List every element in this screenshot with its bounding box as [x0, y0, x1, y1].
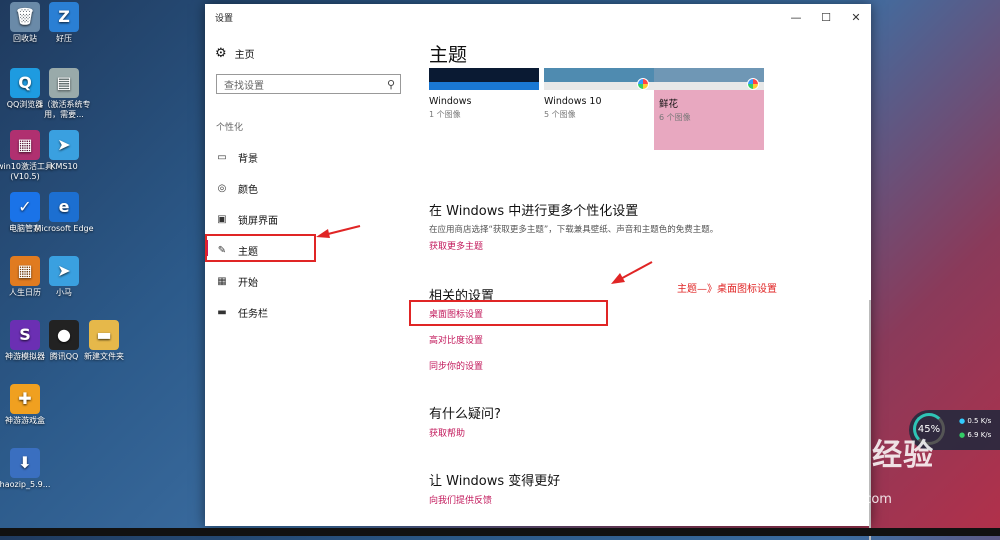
theme-image-count: 1 个图像 — [429, 110, 461, 119]
upload-speed: 0.5 — [967, 417, 979, 425]
more-heading: 在 Windows 中进行更多个性化设置 — [429, 204, 639, 219]
sidebar-item-label: 颜色 — [238, 184, 258, 196]
annotation-box-theme — [205, 234, 316, 262]
sidebar-item-label: 背景 — [238, 153, 258, 165]
theme-color-icon — [637, 78, 649, 90]
improve-heading: 让 Windows 变得更好 — [429, 474, 561, 489]
download-unit: K/s — [980, 431, 992, 439]
theme-name: Windows 10 — [544, 96, 602, 107]
settings-sidebar: ⚙ 主页 查找设置 ⚲ 个性化 ▭ 背景 ◎ 颜色 ▣ 锁屏界面 ✎ 主题 ▦ 开始 ▬ 任务栏 — [205, 30, 413, 526]
sidebar-item-label: 开始 — [238, 277, 258, 289]
desktop-icon[interactable]: Z 好压 — [32, 2, 96, 44]
get-more-themes-link[interactable]: 获取更多主题 — [429, 239, 483, 252]
annotation-text: 主题—》桌面图标设置 — [677, 284, 777, 295]
xiaoma-icon: ➤ — [49, 256, 79, 286]
desktop-icon-label: 小马 — [56, 288, 72, 297]
theme-thumbnail — [544, 68, 654, 90]
question-heading: 有什么疑问? — [429, 407, 501, 422]
baidu-watermark-url: jingyan.baidu.com — [772, 492, 892, 507]
haozip-icon: Z — [49, 2, 79, 32]
theme-name: Windows — [429, 96, 472, 107]
search-placeholder: 查找设置 — [224, 80, 264, 92]
desktop-icon-label: KMS10 — [50, 162, 78, 171]
download-speed: 6.9 — [967, 431, 979, 439]
desktop-icon-label: Microsoft Edge — [34, 224, 94, 233]
maximize-button[interactable]: ☐ — [811, 4, 841, 30]
desktop-icon-label: 1（激活系统专用，需要... — [37, 100, 91, 119]
edge-icon: e — [49, 192, 79, 222]
page-title: 主题 — [429, 44, 468, 66]
window-title: 设置 — [215, 13, 234, 24]
theme-thumbnail — [429, 68, 539, 90]
high-contrast-settings-link[interactable]: 高对比度设置 — [429, 333, 483, 346]
desktop-icon[interactable]: ▬ 新建文件夹 — [72, 320, 136, 362]
taskbar[interactable] — [0, 528, 1000, 536]
desktop-icon[interactable]: ➤ 小马 — [32, 256, 96, 298]
annotation-box-desktop-icons — [409, 300, 608, 326]
sidebar-item-color[interactable]: ◎ 颜色 — [215, 179, 258, 197]
lock-screen-icon: ▣ — [217, 213, 227, 225]
desktop-icon-label: 神游游戏盒 — [5, 416, 45, 425]
file-icon: ▤ — [49, 68, 79, 98]
sidebar-item-label: 任务栏 — [238, 308, 268, 320]
minimize-button[interactable]: — — [781, 4, 811, 30]
theme-card[interactable]: 鲜花 6 个图像 — [654, 68, 764, 150]
desktop-icon-label: 新建文件夹 — [84, 352, 124, 361]
sidebar-item-start[interactable]: ▦ 开始 — [215, 272, 258, 290]
title-bar[interactable]: 设置 — ☐ ✕ — [205, 4, 871, 30]
desktop-icon[interactable]: ➤ KMS10 — [32, 130, 96, 172]
theme-color-icon — [747, 78, 759, 90]
background-icon: ▭ — [217, 151, 227, 163]
desktop-icon-label: haozip_5.9... — [0, 480, 51, 489]
sidebar-item-lock-screen[interactable]: ▣ 锁屏界面 — [215, 210, 278, 228]
theme-card[interactable]: Windows 10 5 个图像 — [544, 68, 654, 120]
theme-name: 鲜花 — [659, 99, 679, 110]
theme-image-count: 5 个图像 — [544, 110, 576, 119]
nav-home[interactable]: ⚙ 主页 — [215, 46, 255, 61]
desktop-icon[interactable]: e Microsoft Edge — [32, 192, 96, 234]
taskbar-icon: ▬ — [217, 306, 227, 318]
theme-card[interactable]: Windows 1 个图像 — [429, 68, 539, 120]
baidu-watermark: Bai du 经验 — [748, 438, 935, 473]
get-help-link[interactable]: 获取帮助 — [429, 426, 465, 439]
sidebar-item-label: 锁屏界面 — [238, 215, 278, 227]
desktop-icon[interactable]: ⬇ haozip_5.9... — [0, 448, 57, 490]
upload-unit: K/s — [980, 417, 992, 425]
desktop-icon-label: 好压 — [56, 34, 72, 43]
search-input[interactable]: 查找设置 ⚲ — [216, 74, 401, 94]
desktop-icon[interactable]: ▤ 1（激活系统专用，需要... — [32, 68, 96, 120]
feedback-link[interactable]: 向我们提供反馈 — [429, 493, 492, 506]
theme-thumbnail — [654, 68, 764, 90]
start-icon: ▦ — [217, 275, 227, 287]
desktop-icon[interactable]: ✚ 神游游戏盒 — [0, 384, 57, 426]
kms-icon: ➤ — [49, 130, 79, 160]
search-icon[interactable]: ⚲ — [387, 78, 395, 91]
theme-image-count: 6 个图像 — [659, 113, 691, 122]
sidebar-item-taskbar[interactable]: ▬ 任务栏 — [215, 303, 268, 321]
color-icon: ◎ — [217, 182, 227, 194]
sync-settings-link[interactable]: 同步你的设置 — [429, 359, 483, 372]
folder-icon: ▬ — [89, 320, 119, 350]
haozip-installer-icon: ⬇ — [10, 448, 40, 478]
more-description: 在应用商店选择“获取更多主题”，下载兼具壁纸、声音和主题色的免费主题。 — [429, 225, 719, 235]
section-personalization: 个性化 — [216, 123, 244, 133]
sidebar-item-background[interactable]: ▭ 背景 — [215, 148, 258, 166]
close-button[interactable]: ✕ — [841, 4, 871, 30]
gear-icon: ⚙ — [215, 46, 227, 61]
nav-home-label: 主页 — [234, 50, 255, 61]
game-box-icon: ✚ — [10, 384, 40, 414]
